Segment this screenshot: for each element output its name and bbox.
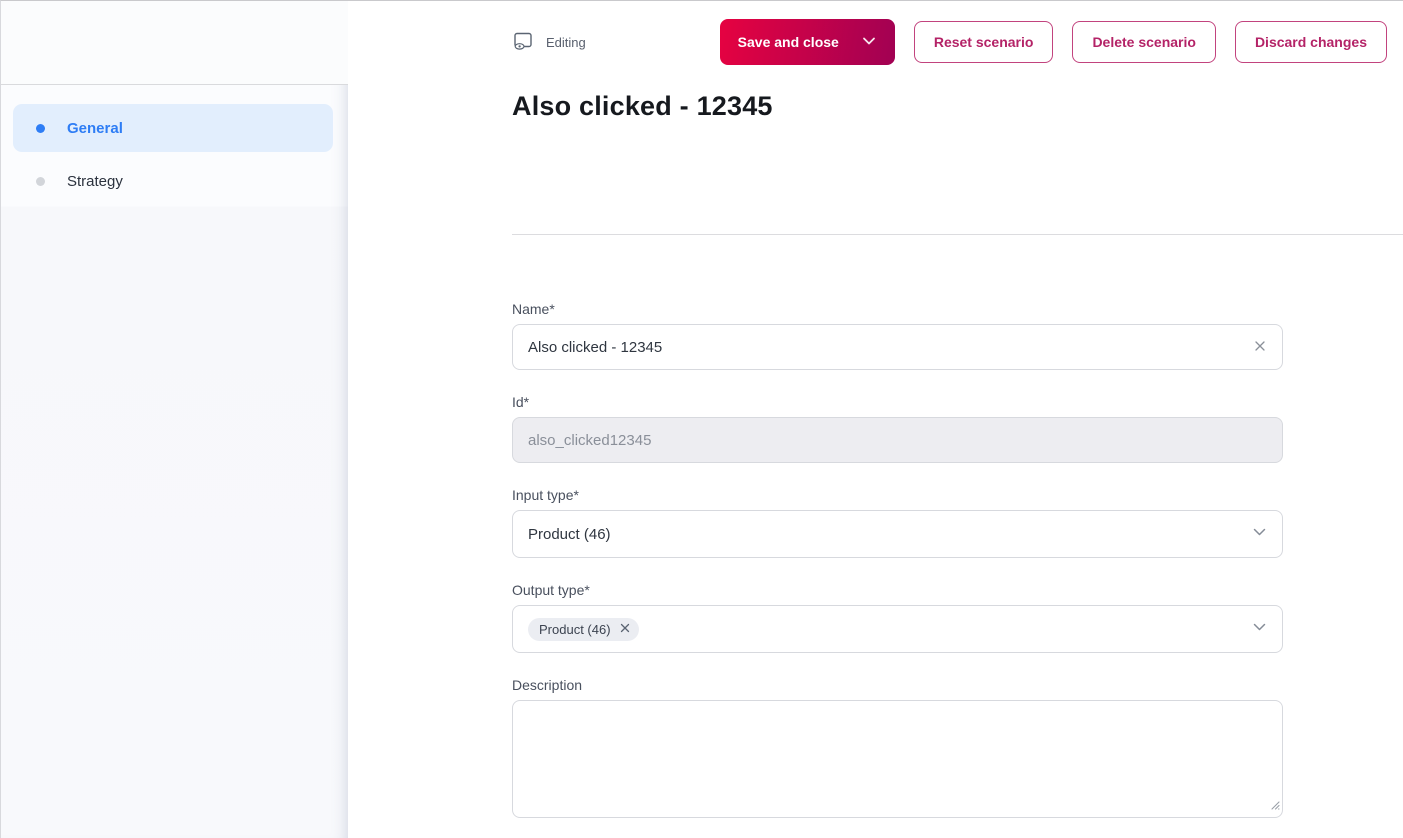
sidebar-item-strategy[interactable]: Strategy bbox=[13, 157, 333, 205]
description-label: Description bbox=[512, 677, 1283, 693]
input-type-control: Product (46) bbox=[512, 510, 1283, 558]
description-textarea[interactable] bbox=[512, 700, 1283, 818]
input-type-select[interactable]: Product (46) bbox=[512, 510, 1283, 558]
sidebar-nav: General Strategy bbox=[1, 85, 348, 210]
page-title: Also clicked - 12345 bbox=[512, 89, 1387, 123]
sidebar-item-label: Strategy bbox=[67, 173, 123, 190]
name-control bbox=[512, 324, 1283, 370]
remove-chip-button[interactable] bbox=[619, 622, 631, 637]
save-and-close-button[interactable]: Save and close bbox=[720, 19, 895, 65]
topbar: Editing Save and close Reset scenario De… bbox=[512, 1, 1387, 65]
id-label: Id* bbox=[512, 394, 1283, 410]
chevron-down-icon bbox=[1250, 618, 1269, 641]
sidebar-item-label: General bbox=[67, 120, 123, 137]
name-input[interactable] bbox=[512, 324, 1283, 370]
scenario-form: Name* Id* Input type* bbox=[512, 301, 1283, 818]
action-buttons: Save and close Reset scenario Delete sce… bbox=[720, 19, 1387, 65]
close-icon bbox=[1253, 339, 1267, 356]
clear-name-button[interactable] bbox=[1245, 332, 1275, 362]
output-type-select[interactable]: Product (46) bbox=[512, 605, 1283, 653]
output-type-label: Output type* bbox=[512, 582, 1283, 598]
field-name: Name* bbox=[512, 301, 1283, 370]
bullet-icon bbox=[36, 124, 45, 133]
input-type-selected-value: Product (46) bbox=[528, 526, 611, 543]
section-divider bbox=[512, 234, 1403, 235]
field-output-type: Output type* Product (46) bbox=[512, 582, 1283, 653]
output-type-control: Product (46) bbox=[512, 605, 1283, 653]
delete-scenario-button[interactable]: Delete scenario bbox=[1072, 21, 1216, 63]
discard-changes-button[interactable]: Discard changes bbox=[1235, 21, 1387, 63]
field-id: Id* bbox=[512, 394, 1283, 463]
reset-scenario-button[interactable]: Reset scenario bbox=[914, 21, 1054, 63]
preview-icon bbox=[512, 30, 534, 55]
chevron-down-icon bbox=[859, 31, 879, 54]
sidebar-header bbox=[1, 1, 348, 85]
field-description: Description bbox=[512, 677, 1283, 818]
status-label: Editing bbox=[546, 35, 586, 50]
sidebar: General Strategy bbox=[1, 1, 348, 838]
id-input bbox=[512, 417, 1283, 463]
save-and-close-label: Save and close bbox=[738, 34, 839, 50]
main-content: Editing Save and close Reset scenario De… bbox=[348, 1, 1403, 838]
id-control bbox=[512, 417, 1283, 463]
input-type-label: Input type* bbox=[512, 487, 1283, 503]
selected-option-chip: Product (46) bbox=[528, 618, 639, 641]
name-label: Name* bbox=[512, 301, 1283, 317]
chevron-down-icon bbox=[1250, 523, 1269, 546]
sidebar-item-general[interactable]: General bbox=[13, 104, 333, 152]
description-control bbox=[512, 700, 1283, 818]
bullet-icon bbox=[36, 177, 45, 186]
chip-label: Product (46) bbox=[539, 622, 611, 637]
close-icon bbox=[619, 622, 631, 637]
page-root: { "colors": { "primary_gradient_start": … bbox=[0, 0, 1403, 838]
field-input-type: Input type* Product (46) bbox=[512, 487, 1283, 558]
editing-status: Editing bbox=[512, 30, 586, 55]
